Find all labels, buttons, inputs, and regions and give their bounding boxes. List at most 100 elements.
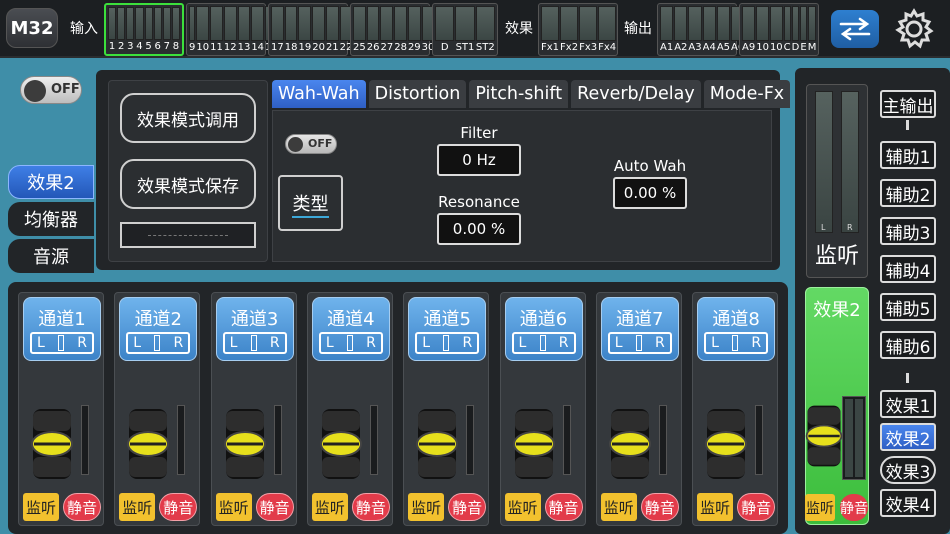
monitor-button[interactable]: 监听	[23, 493, 59, 521]
wah-toggle[interactable]: OFF	[285, 134, 337, 154]
tab-source[interactable]: 音源	[8, 239, 94, 273]
input-group-3[interactable]: 1718192021222324	[268, 3, 380, 56]
save-preset-button[interactable]: 效果模式保存	[120, 159, 256, 209]
bus-button-11[interactable]: 效果4	[880, 489, 936, 517]
bus-strip-name: 效果2	[813, 300, 861, 321]
preset-name-field[interactable]	[120, 222, 256, 248]
bus-divider	[906, 120, 909, 130]
fader-knob-icon[interactable]	[703, 407, 749, 481]
auto-wah-label: Auto Wah	[613, 157, 687, 175]
mute-button[interactable]: 静音	[640, 493, 679, 521]
bus-button-6[interactable]: 辅助5	[880, 293, 936, 321]
bus-button-4[interactable]: 辅助3	[880, 217, 936, 245]
bus-button-9[interactable]: 效果2	[880, 423, 936, 451]
bus-mute-button[interactable]: 静音	[840, 494, 868, 521]
monitor-button[interactable]: 监听	[408, 493, 445, 521]
monitor-button[interactable]: 监听	[600, 493, 637, 521]
meter-channel: 2	[117, 7, 126, 54]
tab-reverb-delay[interactable]: Reverb/Delay	[571, 80, 701, 108]
tab-distortion[interactable]: Distortion	[368, 80, 467, 108]
tab-wah-wah[interactable]: Wah-Wah	[272, 80, 366, 108]
mute-button[interactable]: 静音	[63, 493, 101, 521]
tab-fx2[interactable]: 效果2	[8, 165, 94, 199]
swap-button[interactable]	[831, 10, 879, 48]
channel-header[interactable]: 通道5 L R	[408, 297, 487, 361]
pan-right-label: R	[751, 335, 762, 351]
channel-header[interactable]: 通道8 L R	[697, 297, 776, 361]
pan-control[interactable]: L R	[607, 332, 672, 354]
bus-strip-meters	[842, 396, 866, 480]
channel-header[interactable]: 通道2 L R	[119, 297, 198, 361]
fx-power-toggle[interactable]: OFF	[20, 76, 82, 104]
output-group-1[interactable]: A1A2A3A4A5A6MM	[657, 3, 764, 56]
monitor-button[interactable]: 监听	[119, 493, 156, 521]
channel-header[interactable]: 通道1 L R	[23, 297, 101, 361]
level-meter	[153, 7, 162, 40]
level-meter	[353, 6, 366, 41]
input-group-dst[interactable]: D ST1 ST2	[432, 3, 498, 56]
channel-name: 通道8	[712, 309, 760, 330]
fader-knob-icon[interactable]	[29, 407, 75, 481]
bus-monitor-button[interactable]: 监听	[805, 494, 835, 521]
pan-control[interactable]: L R	[318, 332, 383, 354]
bus-button-5[interactable]: 辅助4	[880, 255, 936, 283]
pan-left-label: L	[422, 335, 430, 351]
pan-control[interactable]: L R	[30, 332, 94, 354]
fader-knob-icon[interactable]	[318, 407, 364, 481]
resonance-value[interactable]: 0.00 %	[437, 213, 521, 245]
brand-logo[interactable]: M32	[6, 8, 58, 48]
channel-strip-8: 通道8 L R 监听 静音	[692, 292, 779, 526]
fader-knob-icon[interactable]	[222, 407, 268, 481]
bus-button-10[interactable]: 效果3	[880, 456, 936, 484]
fader-knob-icon[interactable]	[125, 407, 171, 481]
settings-button[interactable]	[889, 6, 939, 52]
input-group-4[interactable]: 2526272829303132	[350, 3, 462, 56]
bus-button-8[interactable]: 效果1	[880, 390, 936, 418]
fader-knob-icon[interactable]	[607, 407, 653, 481]
meter-label: 10	[196, 42, 210, 53]
meter-channel: 14	[251, 6, 265, 55]
fader-knob-icon[interactable]	[414, 407, 460, 481]
monitor-button[interactable]: 监听	[311, 493, 348, 521]
mute-button[interactable]: 静音	[159, 493, 198, 521]
monitor-button[interactable]: 监听	[215, 493, 252, 521]
filter-value[interactable]: 0 Hz	[437, 144, 521, 176]
mute-button[interactable]: 静音	[448, 493, 487, 521]
auto-wah-value[interactable]: 0.00 %	[613, 177, 687, 209]
pan-control[interactable]: L R	[222, 332, 287, 354]
input-group-1[interactable]: 12345678	[104, 3, 184, 56]
bus-button-2[interactable]: 辅助1	[880, 141, 936, 169]
load-preset-button[interactable]: 效果模式调用	[120, 93, 256, 143]
fx-section-label: 效果	[505, 21, 533, 37]
pan-control[interactable]: L R	[126, 332, 191, 354]
fader-knob-icon[interactable]	[804, 400, 844, 472]
bus-strip-fx2[interactable]: 效果2	[805, 287, 869, 525]
monitor-button[interactable]: 监听	[697, 493, 734, 521]
channel-header[interactable]: 通道7 L R	[600, 297, 679, 361]
level-meter	[237, 6, 251, 41]
pan-control[interactable]: L R	[415, 332, 480, 354]
meter-channel: 12	[223, 6, 237, 55]
input-group-2[interactable]: 910111213141516	[186, 3, 292, 56]
fader-knob-icon[interactable]	[511, 407, 557, 481]
type-button[interactable]: 类型	[278, 175, 343, 231]
bus-button-3[interactable]: 辅助2	[880, 179, 936, 207]
monitor-button[interactable]: 监听	[504, 493, 541, 521]
mute-button[interactable]: 静音	[255, 493, 294, 521]
tab-pitch-shift[interactable]: Pitch-shift	[469, 80, 569, 108]
channel-header[interactable]: 通道4 L R	[311, 297, 390, 361]
mute-button[interactable]: 静音	[544, 493, 583, 521]
mute-button[interactable]: 静音	[351, 493, 390, 521]
output-group-2[interactable]: A9 10 10 C D E M	[739, 3, 819, 56]
channel-header[interactable]: 通道6 L R	[504, 297, 583, 361]
mute-button[interactable]: 静音	[737, 493, 776, 521]
tab-mode-fx[interactable]: Mode-Fx	[703, 80, 791, 108]
bus-button-1[interactable]: 主输出	[880, 90, 936, 118]
tab-equalizer[interactable]: 均衡器	[8, 202, 94, 236]
channel-header[interactable]: 通道3 L R	[215, 297, 294, 361]
bus-button-7[interactable]: 辅助6	[880, 331, 936, 359]
pan-control[interactable]: L R	[511, 332, 576, 354]
level-meter	[380, 6, 394, 41]
fx-group[interactable]: Fx1 Fx2 Fx3 Fx4	[538, 3, 618, 56]
pan-control[interactable]: L R	[704, 332, 769, 354]
